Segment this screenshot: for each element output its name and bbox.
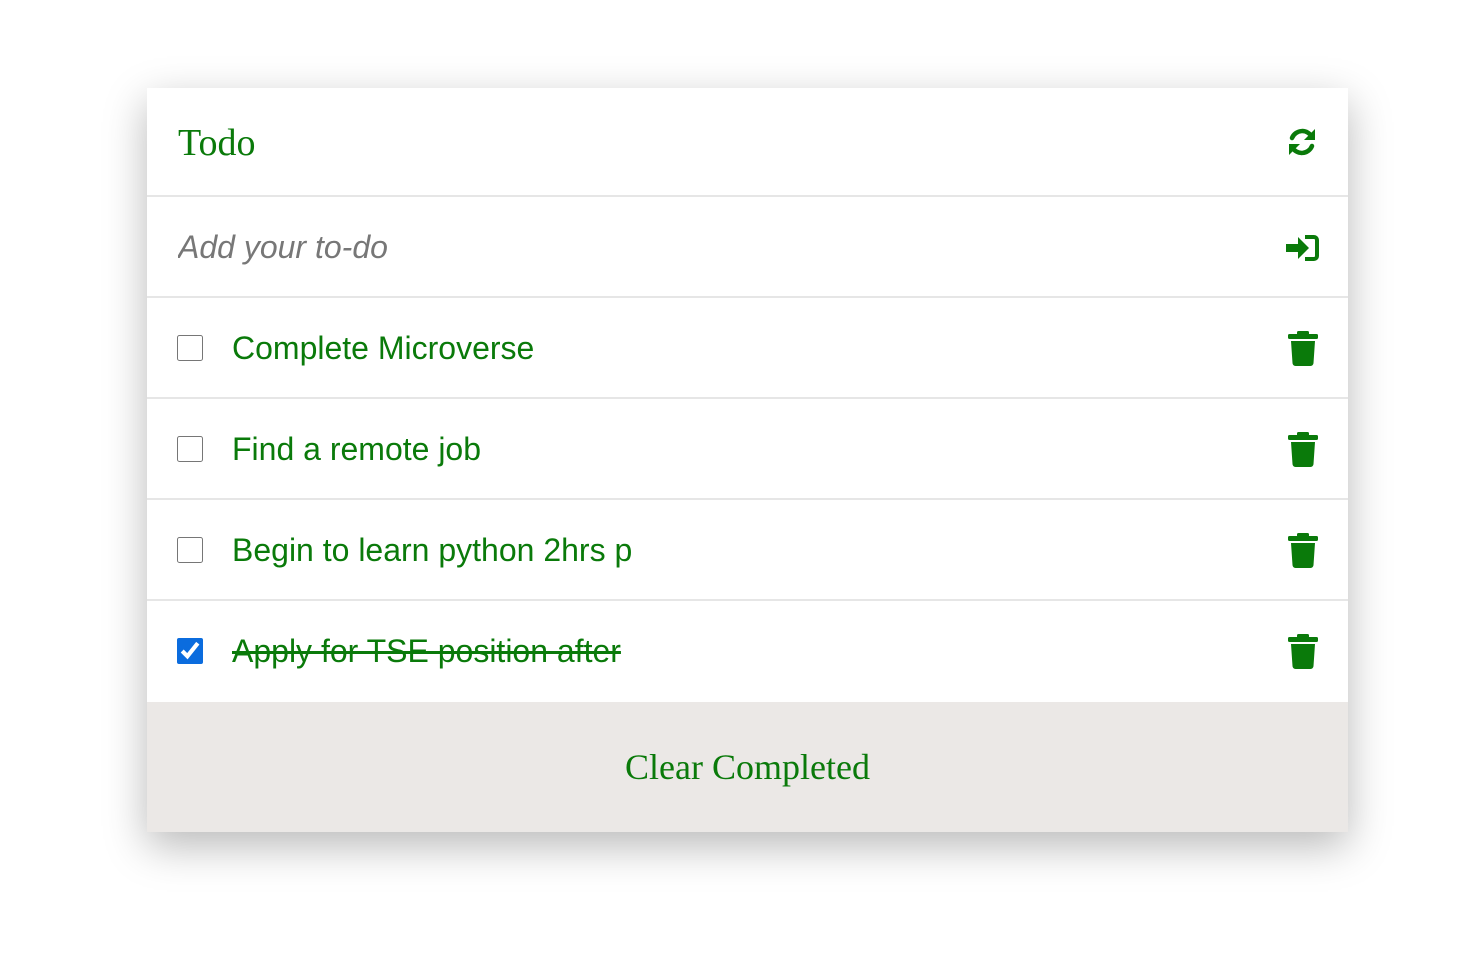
todo-checkbox[interactable] [177, 537, 203, 563]
todo-item: Apply for TSE position after [147, 601, 1348, 702]
todo-text[interactable]: Find a remote job [232, 427, 646, 471]
delete-todo-button[interactable] [1286, 431, 1320, 467]
add-todo-row [147, 197, 1348, 298]
todo-checkbox[interactable] [177, 638, 203, 664]
enter-icon [1286, 235, 1319, 261]
todo-header: Todo [147, 88, 1348, 197]
app-title: Todo [178, 122, 256, 164]
todo-checkbox[interactable] [177, 436, 203, 462]
todo-item: Begin to learn python 2hrs p [147, 500, 1348, 601]
todo-text[interactable]: Complete Microverse [232, 326, 646, 370]
todo-list: Complete Microverse Find a remote job Begi… [147, 298, 1348, 702]
clear-completed-button[interactable]: Clear Completed [625, 746, 870, 788]
delete-todo-button[interactable] [1286, 330, 1320, 366]
add-todo-button[interactable] [1284, 230, 1320, 266]
delete-todo-button[interactable] [1286, 633, 1320, 669]
trash-icon [1288, 331, 1318, 366]
todo-footer: Clear Completed [147, 702, 1348, 832]
refresh-icon [1289, 128, 1315, 156]
trash-icon [1288, 432, 1318, 467]
todo-input[interactable] [178, 219, 1228, 275]
todo-card: Todo Complete Microverse Find a remote jo… [147, 88, 1348, 832]
todo-item: Complete Microverse [147, 298, 1348, 399]
todo-text[interactable]: Begin to learn python 2hrs p [232, 528, 646, 572]
todo-checkbox[interactable] [177, 335, 203, 361]
trash-icon [1288, 634, 1318, 669]
todo-text[interactable]: Apply for TSE position after [232, 629, 646, 673]
todo-item: Find a remote job [147, 399, 1348, 500]
trash-icon [1288, 533, 1318, 568]
refresh-button[interactable] [1284, 124, 1320, 160]
delete-todo-button[interactable] [1286, 532, 1320, 568]
